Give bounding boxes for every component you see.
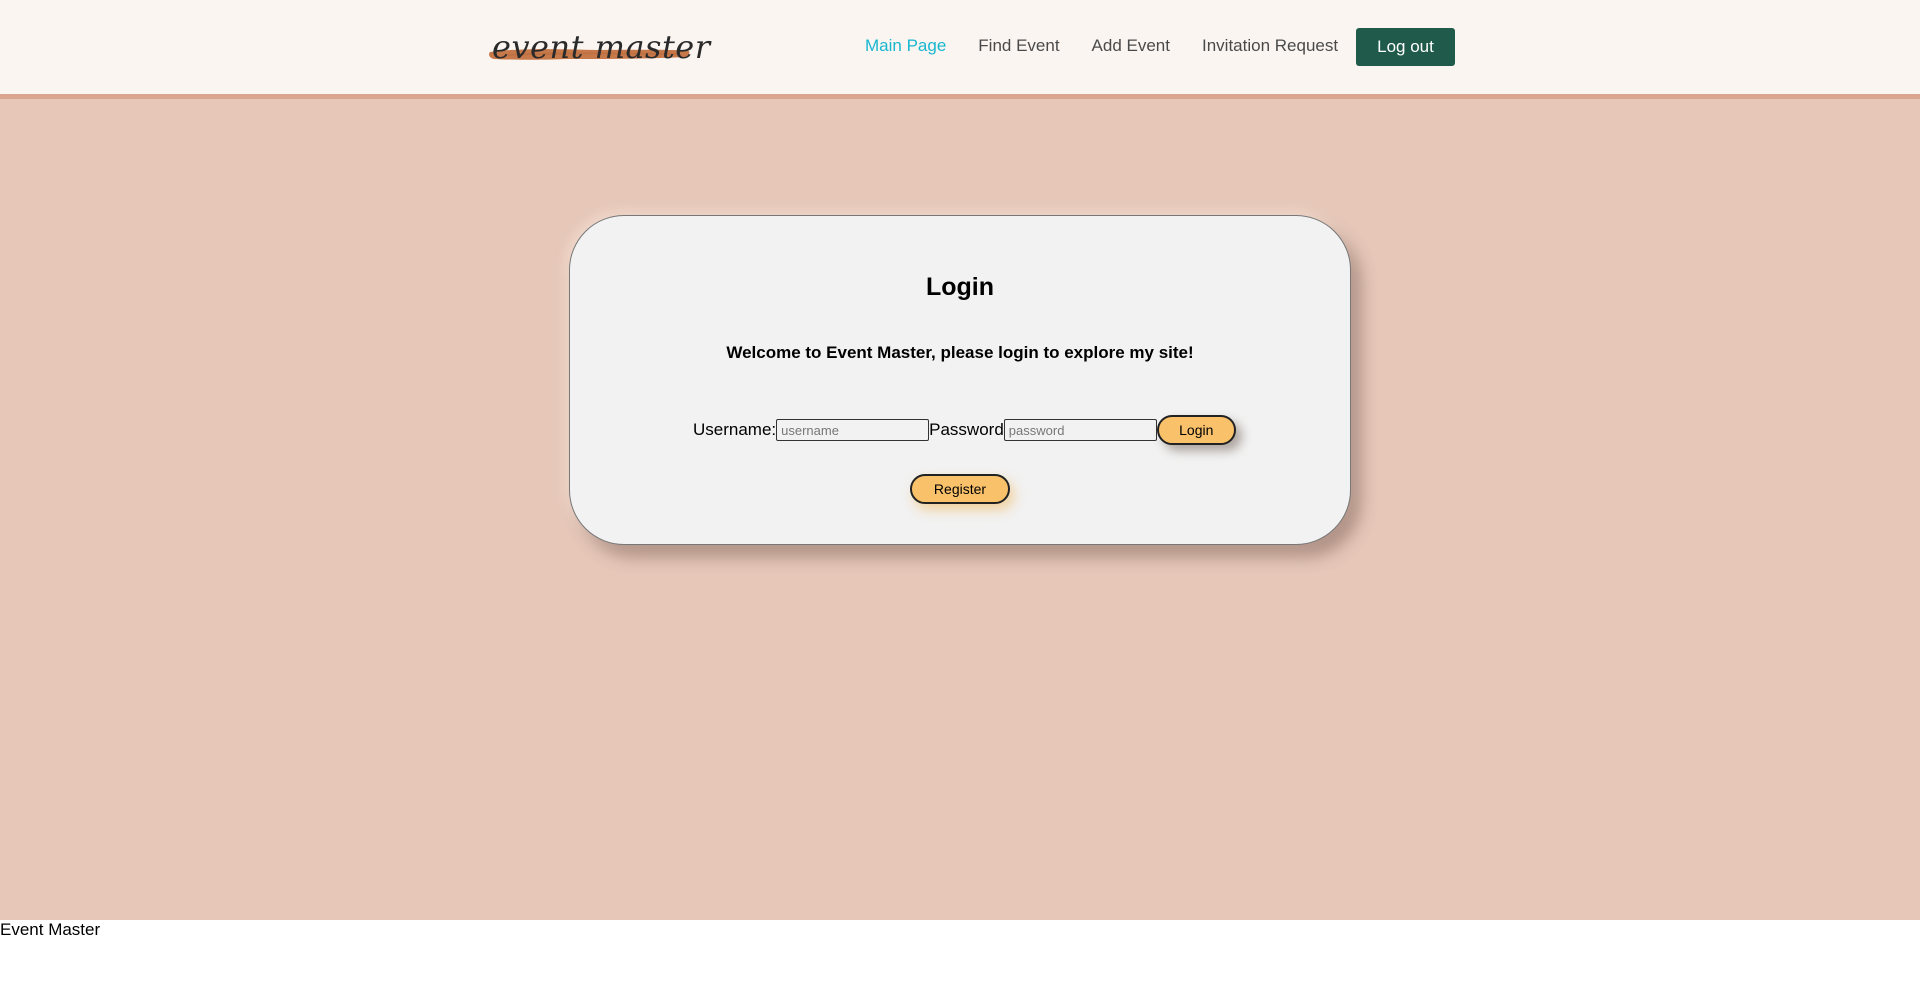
top-navbar: event master Main Page Find Event Add Ev… [0, 0, 1920, 99]
main-navigation: Main Page Find Event Add Event Invitatio… [865, 36, 1338, 56]
register-button[interactable]: Register [910, 474, 1010, 504]
username-input[interactable] [776, 419, 930, 441]
login-title: Login [925, 273, 995, 301]
username-label: Username: [693, 420, 777, 439]
main-content: Login Welcome to Event Master, please lo… [0, 99, 1920, 920]
password-input[interactable] [1003, 419, 1157, 441]
login-card: Login Welcome to Event Master, please lo… [569, 215, 1351, 545]
nav-main-page[interactable]: Main Page [865, 36, 946, 56]
logo-text: event master [492, 28, 711, 66]
nav-invitation-request[interactable]: Invitation Request [1202, 36, 1338, 56]
nav-find-event[interactable]: Find Event [978, 36, 1059, 56]
logout-button[interactable]: Log out [1356, 28, 1455, 66]
password-label: Password [929, 420, 1004, 439]
login-form: Username: Password Login [693, 415, 1236, 445]
event-master-logo[interactable]: event master [488, 22, 710, 70]
footer-text: Event Master [0, 920, 101, 939]
login-button[interactable]: Login [1156, 415, 1236, 445]
welcome-message: Welcome to Event Master, please login to… [726, 343, 1194, 362]
nav-add-event[interactable]: Add Event [1092, 36, 1170, 56]
